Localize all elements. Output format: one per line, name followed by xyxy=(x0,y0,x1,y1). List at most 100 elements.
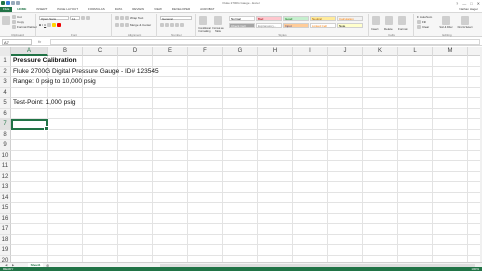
merge-center-button[interactable]: Merge & Center xyxy=(130,23,151,27)
column-header-b[interactable]: B xyxy=(48,47,83,56)
currency-icon[interactable] xyxy=(160,23,164,27)
format-as-table-icon[interactable] xyxy=(214,16,222,25)
row-header-17[interactable]: 17 xyxy=(0,224,11,235)
column-header-h[interactable]: H xyxy=(258,47,293,56)
delete-cells-icon[interactable] xyxy=(385,16,393,25)
insert-function-icon[interactable]: fx xyxy=(38,39,41,45)
column-header-i[interactable]: I xyxy=(293,47,328,56)
column-header-k[interactable]: K xyxy=(363,47,398,56)
align-middle-icon[interactable] xyxy=(120,16,124,20)
decrease-font-icon[interactable] xyxy=(86,16,90,20)
worksheet-grid[interactable]: ABCDEFGHIJKLM 1 2 3 4 5 6 7 8 9 10 11 12 13 14 15 16 17 1… xyxy=(0,47,480,262)
zoom-level[interactable]: 100% xyxy=(471,267,479,271)
cell-style-explanatory[interactable]: Explanatory... xyxy=(256,23,282,28)
cell-a5[interactable]: Test-Point: 1,000 psig xyxy=(13,98,76,108)
find-select-icon[interactable] xyxy=(461,16,469,25)
cell-style-input[interactable]: Input xyxy=(283,23,309,28)
help-button[interactable]: ? xyxy=(456,1,458,6)
format-button[interactable]: Format xyxy=(398,27,408,31)
row-header-14[interactable]: 14 xyxy=(0,192,11,203)
italic-icon[interactable]: I xyxy=(42,23,43,27)
name-box[interactable]: A7 xyxy=(2,39,32,45)
row-header-9[interactable]: 9 xyxy=(0,140,11,151)
align-center-icon[interactable] xyxy=(120,23,124,27)
cell-style-calculation[interactable]: Calculation xyxy=(337,16,363,21)
insert-button[interactable]: Insert xyxy=(371,27,379,31)
format-painter-button[interactable]: Format Painter xyxy=(17,25,37,29)
row-header-11[interactable]: 11 xyxy=(0,161,11,172)
fill-color-icon[interactable] xyxy=(52,23,57,27)
fill-icon[interactable] xyxy=(417,20,421,24)
autosum-button[interactable]: AutoSum xyxy=(420,15,432,19)
active-cell-a7[interactable] xyxy=(11,119,49,131)
select-all-corner[interactable] xyxy=(0,47,11,56)
cell-a1[interactable]: Pressure Calibration xyxy=(13,56,77,66)
row-header-5[interactable]: 5 xyxy=(0,98,11,109)
cell-style-bad[interactable]: Bad xyxy=(256,16,282,21)
minimize-button[interactable]: — xyxy=(462,1,466,6)
cell-style-neutral[interactable]: Neutral xyxy=(310,16,336,21)
cell-a3[interactable]: Range: 0 psig to 10,000 psig xyxy=(13,77,96,87)
align-bottom-icon[interactable] xyxy=(125,16,129,20)
percent-icon[interactable] xyxy=(165,23,169,27)
sort-filter-button[interactable]: Sort & Filter xyxy=(437,26,455,29)
row-header-13[interactable]: 13 xyxy=(0,182,11,193)
column-header-l[interactable]: L xyxy=(398,47,433,56)
row-header-6[interactable]: 6 xyxy=(0,108,11,119)
align-right-icon[interactable] xyxy=(125,23,129,27)
row-header-8[interactable]: 8 xyxy=(0,129,11,140)
cut-icon[interactable] xyxy=(12,15,16,19)
comma-icon[interactable] xyxy=(170,23,174,27)
row-header-18[interactable]: 18 xyxy=(0,234,11,245)
format-cells-icon[interactable] xyxy=(398,16,406,25)
align-left-icon[interactable] xyxy=(115,23,119,27)
copy-button[interactable]: Copy xyxy=(17,20,24,24)
find-select-button[interactable]: Find & Select xyxy=(456,26,474,29)
bold-icon[interactable]: B xyxy=(39,23,41,27)
column-header-a[interactable]: A xyxy=(11,47,48,56)
increase-decimal-icon[interactable] xyxy=(175,23,179,27)
font-size-select[interactable]: 11 xyxy=(70,16,80,21)
cell-style-good[interactable]: Good xyxy=(283,16,309,21)
align-top-icon[interactable] xyxy=(115,16,119,20)
column-header-c[interactable]: C xyxy=(83,47,118,56)
font-name-select[interactable]: Open Sans xyxy=(39,16,69,21)
number-format-select[interactable]: General xyxy=(160,16,192,21)
format-painter-icon[interactable] xyxy=(12,25,16,29)
row-header-7[interactable]: 7 xyxy=(0,119,11,130)
column-header-e[interactable]: E xyxy=(153,47,188,56)
row-header-16[interactable]: 16 xyxy=(0,213,11,224)
column-header-d[interactable]: D xyxy=(118,47,153,56)
row-header-10[interactable]: 10 xyxy=(0,150,11,161)
borders-icon[interactable] xyxy=(47,23,52,27)
clear-icon[interactable] xyxy=(417,25,421,29)
cell-style-note[interactable]: Note xyxy=(337,23,363,28)
increase-font-icon[interactable] xyxy=(81,16,85,20)
cell-style-check-cell[interactable]: Check Cell xyxy=(229,23,255,28)
formula-input[interactable] xyxy=(50,39,480,45)
conditional-formatting-icon[interactable] xyxy=(199,16,207,25)
cell-a2[interactable]: Fluke 2700G Digital Pressure Gauge - ID#… xyxy=(13,67,159,77)
copy-icon[interactable] xyxy=(12,20,16,24)
row-header-15[interactable]: 15 xyxy=(0,203,11,214)
row-header-2[interactable]: 2 xyxy=(0,66,11,77)
delete-button[interactable]: Delete xyxy=(384,27,393,31)
paste-icon[interactable] xyxy=(2,16,10,25)
column-header-j[interactable]: J xyxy=(328,47,363,56)
column-header-g[interactable]: G xyxy=(223,47,258,56)
cut-button[interactable]: Cut xyxy=(17,15,22,19)
row-header-1[interactable]: 1 xyxy=(0,56,11,67)
underline-icon[interactable]: U xyxy=(44,23,46,27)
column-header-m[interactable]: M xyxy=(433,47,468,56)
column-header-f[interactable]: F xyxy=(188,47,223,56)
fill-button[interactable]: Fill xyxy=(422,20,426,24)
decrease-decimal-icon[interactable] xyxy=(180,23,184,27)
row-header-4[interactable]: 4 xyxy=(0,87,11,98)
insert-cells-icon[interactable] xyxy=(372,16,380,25)
sort-filter-icon[interactable] xyxy=(442,16,450,25)
wrap-text-button[interactable]: Wrap Text xyxy=(130,16,143,20)
row-header-3[interactable]: 3 xyxy=(0,77,11,88)
cell-style-linked-cell[interactable]: Linked Cell xyxy=(310,23,336,28)
maximize-button[interactable]: □ xyxy=(470,1,472,6)
cell-style-normal[interactable]: Normal xyxy=(229,16,255,21)
